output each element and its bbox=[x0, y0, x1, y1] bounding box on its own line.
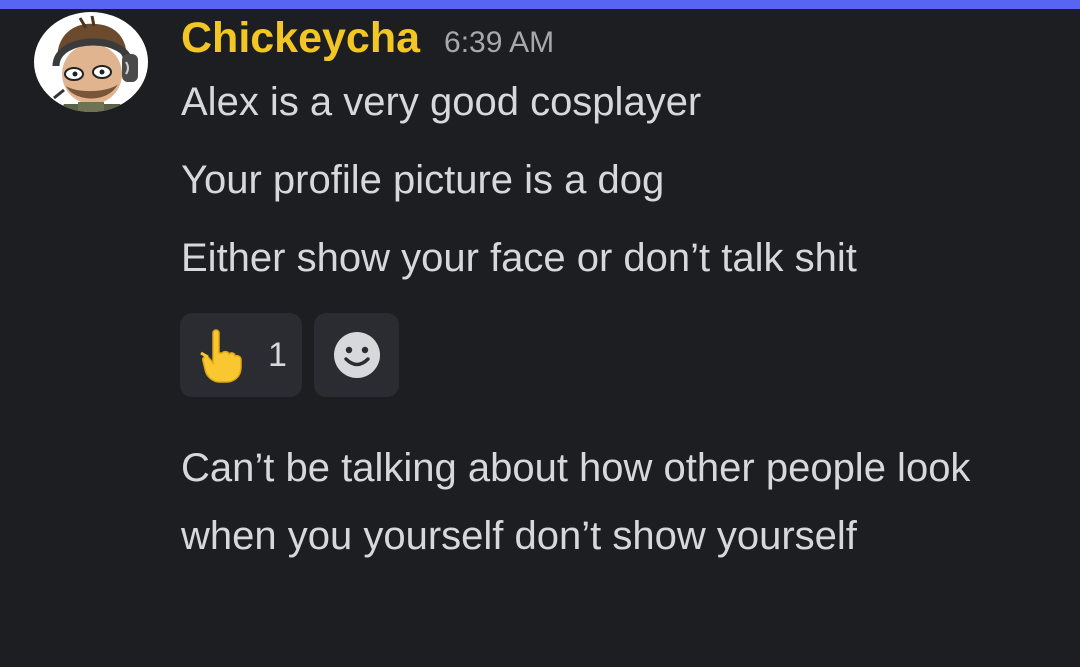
message-line: Either show your face or don’t talk shit bbox=[181, 236, 857, 280]
message-header: Chickeycha 6:39 AM bbox=[181, 10, 554, 66]
reactions-bar: 1 bbox=[180, 313, 399, 397]
smiley-add-reaction-icon bbox=[333, 332, 380, 378]
message-line: Your profile picture is a dog bbox=[181, 158, 665, 202]
timestamp: 6:39 AM bbox=[444, 26, 555, 59]
pointing-up-hand-icon bbox=[200, 329, 242, 383]
message-line: Alex is a very good cosplayer bbox=[181, 80, 702, 124]
avatar-image bbox=[52, 15, 138, 112]
followup-message: Can’t be talking about how other people … bbox=[181, 446, 971, 558]
reaction-pointing-up[interactable]: 1 bbox=[180, 313, 302, 397]
username[interactable]: Chickeycha bbox=[181, 10, 420, 66]
top-accent-bar bbox=[0, 0, 1080, 9]
add-reaction-button[interactable] bbox=[314, 313, 399, 397]
avatar[interactable] bbox=[34, 12, 148, 112]
reaction-count: 1 bbox=[268, 335, 287, 374]
